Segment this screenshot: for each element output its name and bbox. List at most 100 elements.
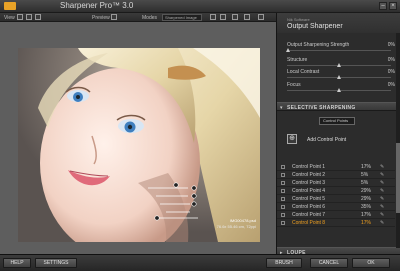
control-point-marker[interactable] (191, 185, 197, 191)
slider-structure[interactable]: Structure 0% (277, 57, 400, 69)
color-icon[interactable] (232, 14, 238, 20)
edit-icon[interactable]: ✎ (380, 220, 384, 226)
image-canvas[interactable]: IMG00478.psd 76.6x 55.46 cm, 72ppi (0, 22, 276, 254)
slider-output-strength[interactable]: Output Sharpening Strength 0% (277, 42, 400, 54)
modes-select[interactable]: Sharpened Image (162, 14, 202, 21)
visibility-checkbox[interactable] (281, 181, 285, 185)
visibility-checkbox[interactable] (281, 221, 285, 225)
control-point-name: Control Point 3 (292, 180, 326, 186)
brush-button[interactable]: BRUSH (266, 258, 302, 268)
control-point-name: Control Point 5 (292, 196, 326, 202)
control-point-marker[interactable] (191, 193, 197, 199)
edit-icon[interactable]: ✎ (380, 196, 384, 202)
slider-handle[interactable] (286, 48, 290, 52)
app-title: Sharpener Pro™ 3.0 (60, 1, 134, 10)
visibility-checkbox[interactable] (281, 197, 285, 201)
brand-label: Nik Software (287, 17, 310, 22)
side-by-side-icon[interactable] (35, 14, 41, 20)
visibility-checkbox[interactable] (281, 165, 285, 169)
list-item[interactable]: Control Point 6 35% ✎ (277, 203, 395, 211)
edit-icon[interactable]: ✎ (380, 212, 384, 218)
zoom-icon[interactable] (258, 14, 264, 20)
grid-icon[interactable] (210, 14, 216, 20)
file-info: 76.6x 55.46 cm, 72ppi (216, 224, 256, 229)
layers-icon[interactable] (220, 14, 226, 20)
edit-icon[interactable]: ✎ (380, 188, 384, 194)
control-point-marker[interactable] (154, 215, 160, 221)
slider-value: 0% (387, 69, 395, 75)
slider-label: Output Sharpening Strength (287, 42, 350, 48)
settings-panel: Nik Software Output Sharpener Output Sha… (276, 13, 400, 256)
window-controls: – × (379, 2, 397, 10)
portrait-image (18, 48, 260, 242)
slider-handle[interactable] (337, 75, 341, 79)
control-point-name: Control Point 8 (292, 220, 326, 226)
visibility-checkbox[interactable] (281, 205, 285, 209)
preview-checkbox[interactable] (111, 14, 117, 20)
slider-label: Focus (287, 82, 301, 88)
selective-sharpening-header[interactable]: ▾ SELECTIVE SHARPENING (277, 102, 400, 111)
control-point-name: Control Point 2 (292, 172, 326, 178)
slider-label: Local Contrast (287, 69, 320, 75)
list-item[interactable]: Control Point 5 29% ✎ (277, 195, 395, 203)
visibility-checkbox[interactable] (281, 173, 285, 177)
list-item[interactable]: Control Point 1 17% ✎ (277, 163, 395, 171)
edit-icon[interactable]: ✎ (380, 204, 384, 210)
slider-value: 0% (387, 57, 395, 63)
control-point-marker[interactable] (191, 201, 197, 207)
ok-button[interactable]: OK (352, 258, 390, 268)
photo[interactable] (18, 48, 260, 242)
single-view-icon[interactable] (17, 14, 23, 20)
section-title: SELECTIVE SHARPENING (287, 105, 356, 111)
panel-scrollbar[interactable] (396, 33, 400, 248)
preview-label: Preview (92, 15, 110, 21)
add-control-point-icon[interactable]: ⊕ (287, 134, 297, 144)
list-item[interactable]: Control Point 4 29% ✎ (277, 187, 395, 195)
control-point-list: Control Point 1 17% ✎ Control Point 2 5%… (277, 163, 395, 227)
slider-handle[interactable] (337, 88, 341, 92)
view-label: View (4, 15, 15, 21)
list-item-selected[interactable]: Control Point 8 17% ✎ (277, 219, 395, 227)
chevron-down-icon: ▾ (280, 105, 283, 111)
control-point-marker[interactable] (173, 182, 179, 188)
file-name: IMG00478.psd (229, 218, 256, 223)
scrollbar-thumb[interactable] (396, 143, 400, 213)
list-item[interactable]: Control Point 7 17% ✎ (277, 211, 395, 219)
control-point-percent: 17% (361, 212, 372, 218)
help-button[interactable]: HELP (3, 258, 31, 268)
split-view-icon[interactable] (26, 14, 32, 20)
app-logo (4, 2, 16, 10)
visibility-checkbox[interactable] (281, 189, 285, 193)
slider-track[interactable] (287, 50, 391, 51)
bottom-bar: HELP SETTINGS BRUSH CANCEL OK (0, 254, 400, 271)
minimize-icon[interactable]: – (379, 2, 387, 10)
settings-button[interactable]: SETTINGS (35, 258, 77, 268)
control-point-name: Control Point 6 (292, 204, 326, 210)
edit-icon[interactable]: ✎ (380, 180, 384, 186)
control-point-percent: 17% (361, 164, 372, 170)
list-item[interactable]: Control Point 2 5% ✎ (277, 171, 395, 179)
control-point-name: Control Point 1 (292, 164, 326, 170)
slider-label: Structure (287, 57, 308, 63)
slider-value: 0% (387, 42, 395, 48)
edit-icon[interactable]: ✎ (380, 164, 384, 170)
slider-handle[interactable] (337, 63, 341, 67)
control-point-percent: 5% (361, 180, 369, 186)
slider-value: 0% (387, 82, 395, 88)
list-item[interactable]: Control Point 3 5% ✎ (277, 179, 395, 187)
edit-icon[interactable]: ✎ (380, 172, 384, 178)
control-point-percent: 5% (361, 172, 369, 178)
title-bar: Sharpener Pro™ 3.0 – × (0, 0, 400, 13)
slider-focus[interactable]: Focus 0% (277, 82, 400, 94)
visibility-checkbox[interactable] (281, 213, 285, 217)
control-point-name: Control Point 4 (292, 188, 326, 194)
hand-icon[interactable] (244, 14, 250, 20)
control-point-percent: 35% (361, 204, 372, 210)
close-icon[interactable]: × (389, 2, 397, 10)
control-point-percent: 17% (361, 220, 372, 226)
add-control-point-label[interactable]: Add Control Point (307, 137, 346, 143)
slider-local-contrast[interactable]: Local Contrast 0% (277, 69, 400, 81)
control-points-select[interactable]: Control Points (319, 117, 355, 125)
cancel-button[interactable]: CANCEL (310, 258, 348, 268)
control-point-percent: 29% (361, 196, 372, 202)
